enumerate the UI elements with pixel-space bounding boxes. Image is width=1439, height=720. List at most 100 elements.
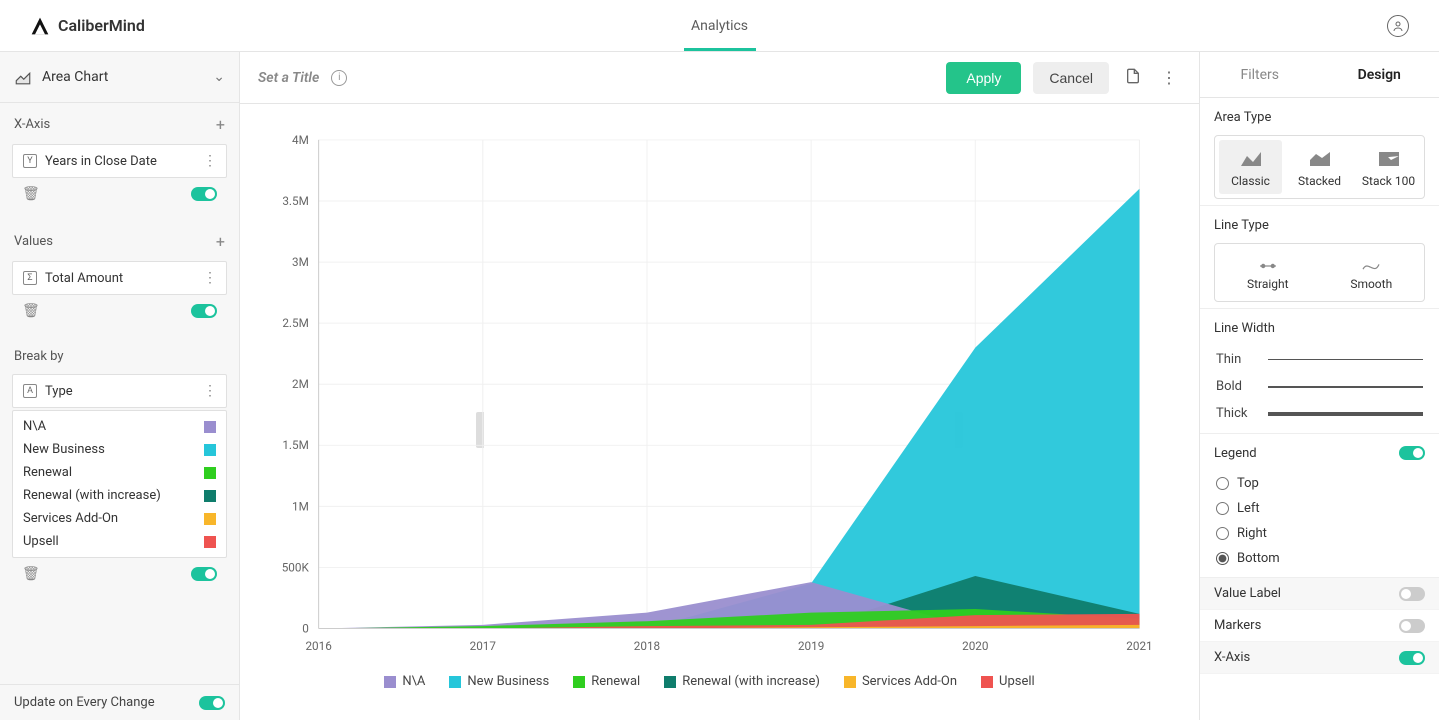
sigma-icon: Σ — [23, 271, 37, 285]
svg-text:4M: 4M — [292, 133, 309, 147]
area-type-options: ClassicStackedStack 100 — [1214, 135, 1425, 199]
markers-toggle[interactable] — [1399, 619, 1425, 633]
values-section-header: Values + — [0, 220, 239, 255]
legend-label: Legend — [1214, 446, 1425, 461]
info-icon[interactable]: i — [331, 70, 347, 86]
svg-text:2020: 2020 — [962, 639, 988, 653]
legend-item[interactable]: Services Add-On — [844, 674, 957, 689]
area-type-stack-100[interactable]: Stack 100 — [1357, 140, 1420, 194]
svg-text:2016: 2016 — [305, 639, 332, 653]
field-more-icon[interactable]: ⋮ — [203, 383, 216, 399]
xaxis-label: X-Axis — [1214, 650, 1250, 665]
line-width-thin[interactable]: Thin — [1214, 346, 1425, 373]
xaxis-field[interactable]: Y Years in Close Date ⋮ — [12, 144, 227, 178]
area-type-stacked[interactable]: Stacked — [1288, 140, 1351, 194]
legend-item[interactable]: Upsell — [981, 674, 1035, 689]
area-type-label: Area Type — [1214, 110, 1425, 125]
chart-legend: N\A New Business Renewal Renewal (with incr… — [260, 668, 1159, 701]
chart-type-selector[interactable]: Area Chart ⌄ — [0, 52, 239, 103]
svg-text:2M: 2M — [292, 377, 309, 391]
line-width-bold[interactable]: Bold — [1214, 373, 1425, 400]
tab-analytics[interactable]: Analytics — [691, 18, 748, 48]
break-item[interactable]: Renewal — [13, 461, 226, 484]
color-swatch — [204, 513, 216, 525]
tab-design[interactable]: Design — [1320, 52, 1439, 97]
breakby-field[interactable]: A Type ⋮ — [12, 374, 227, 408]
tab-filters[interactable]: Filters — [1200, 52, 1320, 97]
trash-icon[interactable]: 🗑 — [22, 303, 40, 319]
svg-text:0: 0 — [302, 621, 309, 635]
legend-item[interactable]: New Business — [449, 674, 549, 689]
line-width-thick[interactable]: Thick — [1214, 400, 1425, 427]
chart-title-input[interactable]: Set a Title — [258, 70, 319, 86]
color-swatch — [204, 536, 216, 548]
svg-text:3M: 3M — [292, 255, 309, 269]
svg-text:1M: 1M — [292, 499, 309, 513]
add-values-icon[interactable]: + — [216, 232, 225, 251]
chevron-down-icon: ⌄ — [213, 69, 225, 85]
chart-type-label: Area Chart — [42, 69, 203, 85]
brand-logo-icon — [30, 16, 50, 36]
legend-position-options: TopLeftRightBottom — [1214, 471, 1425, 571]
breakby-toggle[interactable] — [191, 567, 217, 581]
break-item[interactable]: N\A — [13, 415, 226, 438]
legend-toggle[interactable] — [1399, 446, 1425, 460]
break-item[interactable]: Renewal (with increase) — [13, 484, 226, 507]
legend-item[interactable]: Renewal — [573, 674, 640, 689]
user-icon[interactable] — [1387, 15, 1409, 37]
xaxis-toggle-right[interactable] — [1399, 651, 1425, 665]
legend-pos-bottom[interactable]: Bottom — [1214, 546, 1425, 571]
values-field[interactable]: Σ Total Amount ⋮ — [12, 261, 227, 295]
trash-icon[interactable]: 🗑 — [22, 186, 40, 202]
legend-pos-left[interactable]: Left — [1214, 496, 1425, 521]
line-type-options: StraightSmooth — [1214, 243, 1425, 302]
break-item[interactable]: Upsell — [13, 530, 226, 553]
svg-text:2017: 2017 — [470, 639, 497, 653]
year-icon: Y — [23, 154, 37, 168]
svg-text:3.5M: 3.5M — [282, 194, 309, 208]
legend-pos-top[interactable]: Top — [1214, 471, 1425, 496]
break-item[interactable]: New Business — [13, 438, 226, 461]
line-width-options: ThinBoldThick — [1214, 346, 1425, 427]
add-xaxis-icon[interactable]: + — [216, 115, 225, 134]
color-swatch — [204, 467, 216, 479]
line-width-label: Line Width — [1214, 321, 1425, 336]
svg-text:2.5M: 2.5M — [282, 316, 309, 330]
cancel-button[interactable]: Cancel — [1033, 62, 1109, 94]
update-label: Update on Every Change — [14, 695, 155, 710]
legend-pos-right[interactable]: Right — [1214, 521, 1425, 546]
svg-text:2021: 2021 — [1126, 639, 1152, 653]
values-toggle[interactable] — [191, 304, 217, 318]
color-swatch — [204, 444, 216, 456]
line-type-label: Line Type — [1214, 218, 1425, 233]
brand-name: CaliberMind — [58, 16, 145, 35]
legend-item[interactable]: Renewal (with increase) — [664, 674, 820, 689]
svg-text:2018: 2018 — [634, 639, 660, 653]
brand: CaliberMind — [30, 16, 145, 36]
area-chart-icon — [14, 68, 32, 86]
more-icon[interactable]: ⋮ — [1157, 64, 1181, 91]
update-toggle[interactable] — [199, 696, 225, 710]
value-label-label: Value Label — [1214, 586, 1281, 601]
field-more-icon[interactable]: ⋮ — [203, 270, 216, 286]
color-swatch — [204, 490, 216, 502]
field-more-icon[interactable]: ⋮ — [203, 153, 216, 169]
xaxis-section-header: X-Axis + — [0, 103, 239, 138]
svg-text:1.5M: 1.5M — [282, 438, 309, 452]
breakby-legend: N\ANew BusinessRenewalRenewal (with incr… — [12, 410, 227, 558]
markers-label: Markers — [1214, 618, 1261, 633]
area-type-classic[interactable]: Classic — [1219, 140, 1282, 194]
line-type-straight[interactable]: Straight — [1219, 248, 1317, 297]
apply-button[interactable]: Apply — [946, 62, 1021, 94]
xaxis-toggle[interactable] — [191, 187, 217, 201]
legend-item[interactable]: N\A — [384, 674, 425, 689]
chart-canvas: 0500K1M1.5M2M2.5M3M3.5M4M201620172018201… — [240, 104, 1199, 720]
breakby-section-header: Break by — [0, 337, 239, 368]
value-label-toggle[interactable] — [1399, 587, 1425, 601]
export-icon[interactable] — [1121, 64, 1145, 92]
svg-text:2019: 2019 — [798, 639, 824, 653]
line-type-smooth[interactable]: Smooth — [1323, 248, 1421, 297]
break-item[interactable]: Services Add-On — [13, 507, 226, 530]
text-icon: A — [23, 384, 37, 398]
trash-icon[interactable]: 🗑 — [22, 566, 40, 582]
